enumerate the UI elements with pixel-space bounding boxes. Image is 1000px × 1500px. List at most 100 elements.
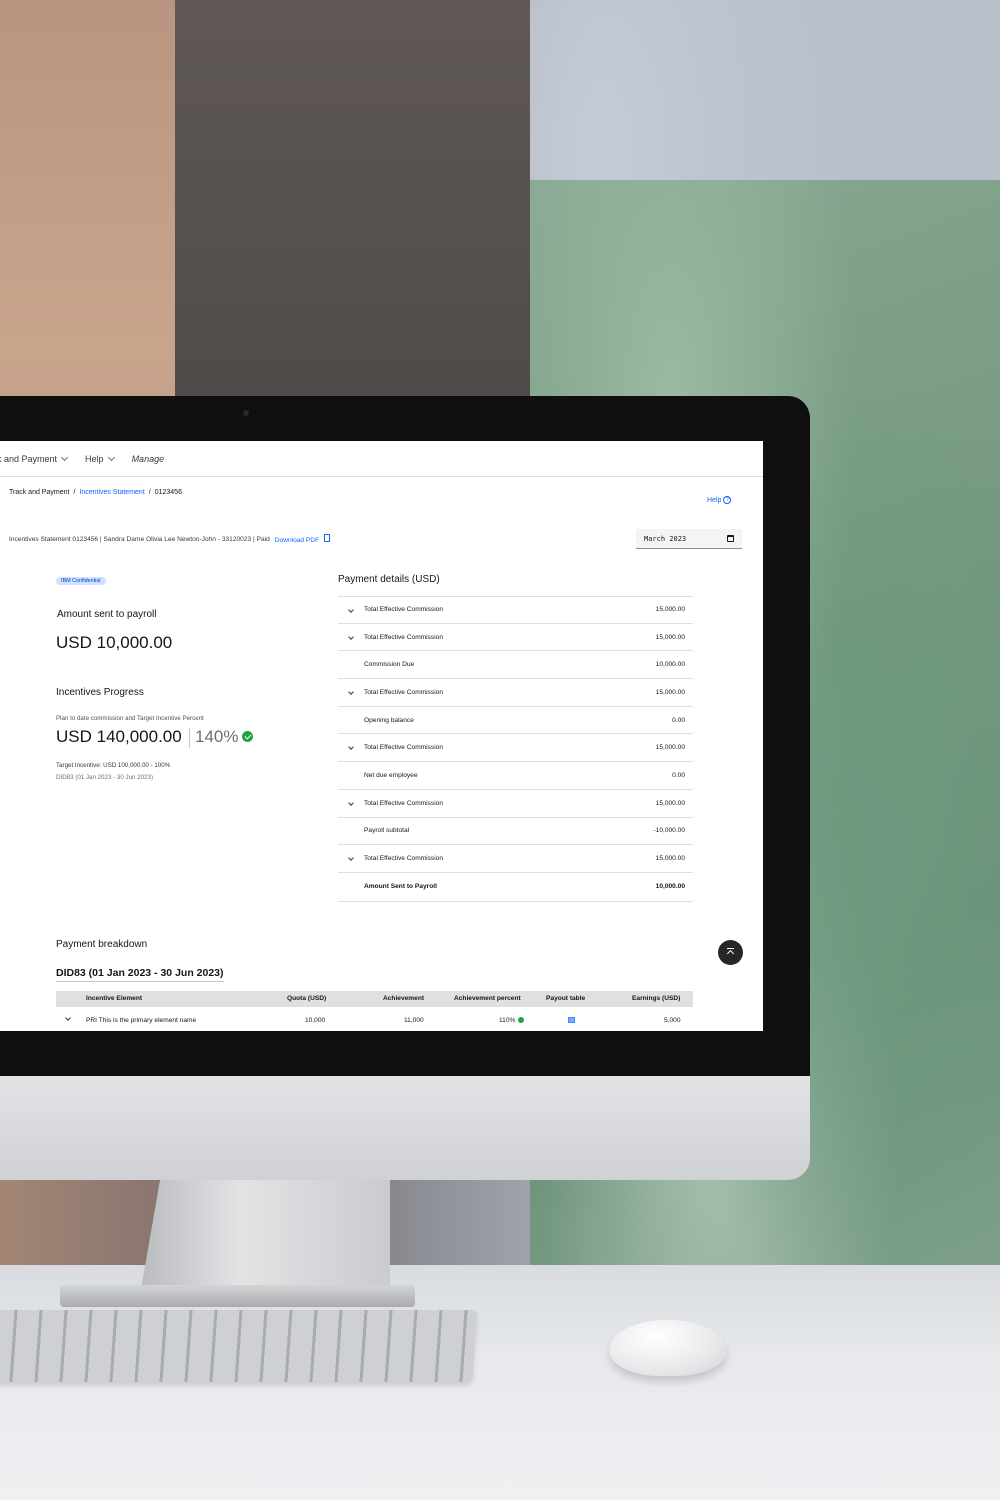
achievement-percent-cell: 110%: [499, 1017, 525, 1024]
payment-detail-label: Total Effective Commission: [364, 855, 444, 863]
breadcrumb-current: 0123456: [154, 489, 182, 496]
payment-detail-row[interactable]: Total Effective Commission 15,000.00: [338, 845, 693, 873]
payment-detail-row[interactable]: Total Effective Commission 15,000.00: [338, 679, 693, 707]
payment-detail-label: Opening balance: [364, 716, 414, 724]
nav-manage[interactable]: Manage: [132, 454, 165, 464]
incentives-progress-subtitle: Plan to date commission and Target Incen…: [56, 715, 204, 722]
column-header: Achievement percent: [454, 995, 521, 1002]
payment-detail-label: Commission Due: [364, 661, 415, 669]
column-header: Achievement: [383, 995, 425, 1002]
payment-detail-row[interactable]: Total Effective Commission 15,000.00: [338, 734, 693, 763]
chevron-down-icon[interactable]: [348, 689, 354, 695]
incentive-element-cell: PRI This is the primary element name: [86, 1017, 197, 1024]
month-picker-value: March 2023: [644, 534, 687, 543]
payment-detail-value: 0.00: [672, 771, 685, 779]
achievement-percent-value: 110%: [499, 1017, 516, 1024]
payment-total-label: Amount Sent to Payroll: [364, 883, 437, 891]
webcam: [243, 410, 249, 416]
chevron-down-icon[interactable]: [348, 855, 354, 862]
column-header: Payout table: [546, 995, 586, 1002]
column-header: Quota (USD): [287, 995, 327, 1002]
payment-detail-value: 0.00: [672, 716, 685, 724]
divider: [189, 728, 190, 748]
payment-breakdown-period: DID83 (01 Jan 2023 - 30 Jun 2023): [56, 967, 224, 982]
statement-summary-line: Incentives Statement 0123456 | Sandra Da…: [9, 534, 330, 544]
payment-detail-label: Payroll subtotal: [364, 827, 410, 835]
payment-detail-value: 15,000.00: [655, 855, 685, 863]
amount-sent-value: USD 10,000.00: [56, 633, 173, 652]
chevron-down-icon[interactable]: [348, 607, 354, 613]
breakdown-table-header: Incentive Element Quota (USD) Achievemen…: [56, 991, 693, 1007]
table-row[interactable]: PRI This is the primary element name 10,…: [56, 1013, 693, 1029]
mouse: [610, 1320, 726, 1376]
payment-detail-value: 15,000.00: [655, 606, 685, 614]
payment-detail-label: Total Effective Commission: [364, 633, 444, 641]
download-pdf-link[interactable]: Download PDF: [275, 534, 330, 544]
document-download-icon: [323, 534, 330, 542]
column-header: Earnings (USD): [632, 995, 681, 1002]
breadcrumb-incentives-statement[interactable]: Incentives Statement: [79, 489, 144, 496]
nav-item-label: k and Payment: [0, 453, 58, 464]
quota-cell: 10,000: [305, 1017, 326, 1024]
amount-sent-label: Amount sent to payroll: [57, 609, 157, 620]
chevron-down-icon: [107, 453, 115, 461]
payment-detail-label: Total Effective Commission: [364, 606, 444, 614]
target-incentive-percent: 140%: [195, 727, 239, 746]
payment-detail-value: 15,000.00: [655, 633, 685, 641]
payment-detail-row: Payroll subtotal -10,000.00: [338, 818, 693, 846]
download-pdf-label: Download PDF: [274, 537, 320, 544]
app-screen: k and Payment Help Manage Track and Paym…: [0, 441, 763, 1031]
payment-detail-value: 10,000.00: [655, 661, 685, 669]
chevron-down-icon[interactable]: [65, 1015, 71, 1021]
payment-total-value: 10,000.00: [655, 883, 685, 891]
confidential-tag: IBM Confidential: [56, 577, 106, 585]
payment-details-title: Payment details (USD): [338, 574, 440, 585]
breadcrumb-separator: /: [148, 489, 151, 496]
help-icon: ?: [723, 496, 732, 504]
payment-detail-label: Net due employee: [364, 771, 418, 779]
breadcrumb-root[interactable]: Track and Payment: [9, 489, 69, 496]
payment-detail-value: 15,000.00: [655, 799, 685, 807]
monitor-stand: [140, 1180, 390, 1295]
plan-period: DID83 (01 Jan 2023 - 30 Jun 2023): [56, 774, 153, 781]
payment-detail-label: Total Effective Commission: [364, 688, 444, 696]
payment-detail-value: -10,000.00: [653, 827, 685, 835]
chevron-down-icon[interactable]: [348, 744, 354, 751]
target-incentive: Target Incentive: USD 100,000.00 - 100%: [56, 762, 171, 769]
payment-detail-row[interactable]: Total Effective Commission 15,000.00: [338, 790, 693, 818]
month-picker[interactable]: March 2023: [636, 529, 742, 549]
payment-breakdown-title: Payment breakdown: [56, 939, 148, 950]
payment-detail-label: Total Effective Commission: [364, 744, 444, 752]
nav-track-and-payment[interactable]: k and Payment: [0, 453, 69, 464]
monitor-stand-base: [60, 1285, 415, 1307]
payment-detail-row: Commission Due 10,000.00: [338, 651, 693, 680]
statement-summary: Incentives Statement 0123456 | Sandra Da…: [9, 535, 270, 543]
calendar-icon: [727, 535, 734, 542]
breadcrumb-separator: /: [73, 489, 76, 496]
chevron-down-icon[interactable]: [348, 633, 354, 640]
payment-detail-row: Net due employee 0.00: [338, 762, 693, 790]
payment-detail-total-row: Amount Sent to Payroll 10,000.00: [338, 873, 693, 902]
checkmark-filled-icon: [242, 731, 253, 742]
nav-item-label: Manage: [131, 453, 165, 464]
payment-detail-row: Opening balance 0.00: [338, 707, 693, 735]
scroll-to-top-button[interactable]: [718, 940, 743, 965]
nav-item-label: Help: [85, 453, 104, 464]
payment-detail-label: Total Effective Commission: [364, 799, 444, 807]
payment-detail-value: 15,000.00: [655, 688, 685, 696]
payment-detail-row[interactable]: Total Effective Commission 15,000.00: [338, 624, 693, 652]
nav-help[interactable]: Help: [85, 453, 115, 464]
incentives-progress-title: Incentives Progress: [56, 687, 144, 698]
keyboard: [0, 1310, 478, 1382]
table-icon[interactable]: [568, 1017, 575, 1023]
payment-detail-row[interactable]: Total Effective Commission 15,000.00: [338, 596, 693, 624]
top-navigation: k and Payment Help Manage: [0, 441, 763, 477]
column-header: Incentive Element: [86, 995, 143, 1002]
help-link[interactable]: Help ?: [707, 496, 732, 504]
payment-detail-value: 15,000.00: [655, 744, 685, 752]
payment-details-table: Total Effective Commission 15,000.00 Tot…: [338, 596, 693, 902]
chevron-down-icon[interactable]: [348, 799, 354, 806]
plan-to-date-commission: USD 140,000.00: [56, 727, 182, 746]
monitor-chin: [0, 1070, 810, 1180]
earnings-cell: 5,000: [664, 1017, 681, 1024]
